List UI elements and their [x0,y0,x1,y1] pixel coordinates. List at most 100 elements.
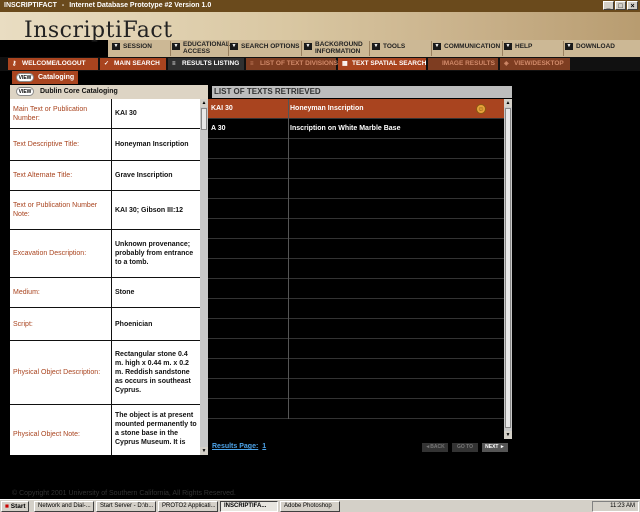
scroll-up-icon[interactable]: ▲ [504,99,512,107]
dublin-core-view-button[interactable]: VIEW [16,87,34,96]
dublin-core-bar: VIEW Dublin Core Cataloging [10,85,208,99]
result-row[interactable]: A 30 Inscription on White Marble Base [208,119,504,139]
view-icon: ◈ [504,61,509,67]
start-label: Start [10,503,26,510]
menu-educational-access[interactable]: ▼ EDUCATIONAL ACCESS [172,40,230,57]
menu-label-line1: BACKGROUND [315,41,363,48]
field-value: Grave Inscription [115,172,173,179]
column-divider [288,299,289,319]
menu-background-information[interactable]: ▼ BACKGROUND INFORMATION [304,40,368,57]
windows-logo-icon: ■ [5,503,9,510]
cataloging-scrollbar[interactable]: ▲ ▼ [200,99,208,455]
column-divider [288,339,289,359]
taskbar-button-proto2[interactable]: PROTO2 Applicati... [158,501,218,512]
menu-divider [170,41,171,56]
menu-label: SEARCH OPTIONS [241,43,300,50]
list-icon: ≡ [250,61,254,67]
smiley-icon[interactable]: ☺ [476,104,486,114]
dublin-core-label: Dublin Core Cataloging [40,88,118,95]
results-page-number[interactable]: 1 [262,443,266,450]
result-row-empty [208,139,504,159]
system-tray: 11:23 AM [592,501,639,512]
menu-divider [502,41,503,56]
menu-label-line2: INFORMATION [315,48,361,55]
scroll-down-icon[interactable]: ▼ [200,447,208,455]
field-label: Physical Object Description: [10,341,112,404]
back-button[interactable]: ◄BACK [422,443,448,452]
tab-label: RESULTS LISTING [182,60,240,67]
column-divider [288,139,289,159]
tab-image-results[interactable]: IMAGE RESULTS [428,58,498,70]
go-to-button[interactable]: GO TO [452,443,478,452]
column-divider [288,279,289,299]
cataloging-view-button[interactable]: VIEW [16,73,34,82]
taskbar: ■ Start Network and Dial-... Start Serve… [0,499,640,512]
menu-download[interactable]: ▼ DOWNLOAD [565,40,635,57]
result-row-empty [208,279,504,299]
field-value: KAI 30 [115,110,137,117]
sub-navigation: ⚷ WELCOME/LOGOUT ✓ MAIN SEARCH ≡ RESULTS LI… [0,57,640,71]
close-button[interactable]: × [627,1,638,10]
menu-help[interactable]: ▼ HELP [504,40,562,57]
cataloging-tab[interactable]: VIEW Cataloging [12,71,78,84]
menu-divider [369,41,370,56]
field-label: Main Text or Publication Number: [10,99,112,128]
column-divider [288,259,289,279]
tab-label: LIST OF TEXT DIVISIONS [260,60,339,67]
title-bar: INSCRIPTIFACT - Internet Database Prototyp… [0,0,640,12]
cataloging-panel: VIEW Cataloging VIEW Dublin Core Catalog… [8,71,210,455]
menu-communication[interactable]: ▼ COMMUNICATION [433,40,501,57]
tab-text-spatial-search[interactable]: ▦ TEXT SPATIAL SEARCH [338,58,426,70]
tab-label: TEXT SPATIAL SEARCH [352,60,427,67]
scroll-down-icon[interactable]: ▼ [504,431,512,439]
menu-tools[interactable]: ▼ TOOLS [372,40,430,57]
menu-divider [563,41,564,56]
column-divider [288,119,289,139]
scroll-thumb[interactable] [505,108,511,428]
result-row-empty [208,179,504,199]
result-row[interactable]: KAI 30 Honeyman Inscription ☺ [208,99,504,119]
tab-label: WELCOME/LOGOUT [22,60,86,67]
menu-divider [228,41,229,56]
menu-session[interactable]: ▼ SESSION [112,40,170,57]
taskbar-button-start-server[interactable]: Start Server - D:\b... [96,501,156,512]
start-button[interactable]: ■ Start [1,501,29,512]
scroll-up-icon[interactable]: ▲ [200,99,208,107]
tab-view-desktop[interactable]: ◈ VIEW/DESKTOP [500,58,570,70]
field-medium: Medium: Stone [10,278,200,308]
results-page-label[interactable]: Results Page: [212,443,258,450]
copyright-notice: © Copyright 2001 University of Southern … [12,490,236,497]
menu-label: BACKGROUND INFORMATION [315,41,363,55]
next-button[interactable]: NEXT ► [482,443,508,452]
results-page[interactable]: Results Page: 1 [212,443,266,450]
tab-results-listing[interactable]: ≡ RESULTS LISTING [168,58,244,70]
result-id: KAI 30 [211,105,233,112]
field-label: Excavation Description: [10,230,112,277]
taskbar-button-inscriptifact[interactable]: INSCRIPTIFA... [220,501,278,512]
tab-main-search[interactable]: ✓ MAIN SEARCH [100,58,166,70]
tab-welcome-logout[interactable]: ⚷ WELCOME/LOGOUT [8,58,98,70]
tab-list-of-text-divisions[interactable]: ≡ LIST OF TEXT DIVISIONS [246,58,339,70]
scroll-thumb[interactable] [201,108,207,130]
grid-icon: ▦ [342,61,348,67]
dropdown-arrow-icon: ▼ [230,43,238,50]
results-title: LIST OF TEXTS RETRIEVED [212,86,512,98]
results-scrollbar[interactable]: ▲ ▼ [504,99,512,439]
field-label: Text Descriptive Title: [10,129,112,160]
field-main-text-number: Main Text or Publication Number: KAI 30 [10,99,200,129]
menu-label-line1: EDUCATIONAL [183,41,230,48]
column-divider [288,399,289,419]
list-icon: ≡ [172,61,176,67]
menu-search-options[interactable]: ▼ SEARCH OPTIONS [230,40,300,57]
taskbar-button-photoshop[interactable]: Adobe Photoshop [280,501,340,512]
main-menu: ▼ SESSION ▼ EDUCATIONAL ACCESS ▼ SEARCH O… [108,40,640,57]
menu-label-line2: ACCESS [183,48,211,55]
taskbar-button-network[interactable]: Network and Dial-... [34,501,94,512]
dropdown-arrow-icon: ▼ [504,43,512,50]
tab-label: IMAGE RESULTS [442,60,495,67]
maximize-button[interactable]: □ [615,1,626,10]
column-divider [288,99,289,119]
result-id: A 30 [211,125,226,132]
menu-label: HELP [515,43,533,50]
minimize-button[interactable]: _ [603,1,614,10]
